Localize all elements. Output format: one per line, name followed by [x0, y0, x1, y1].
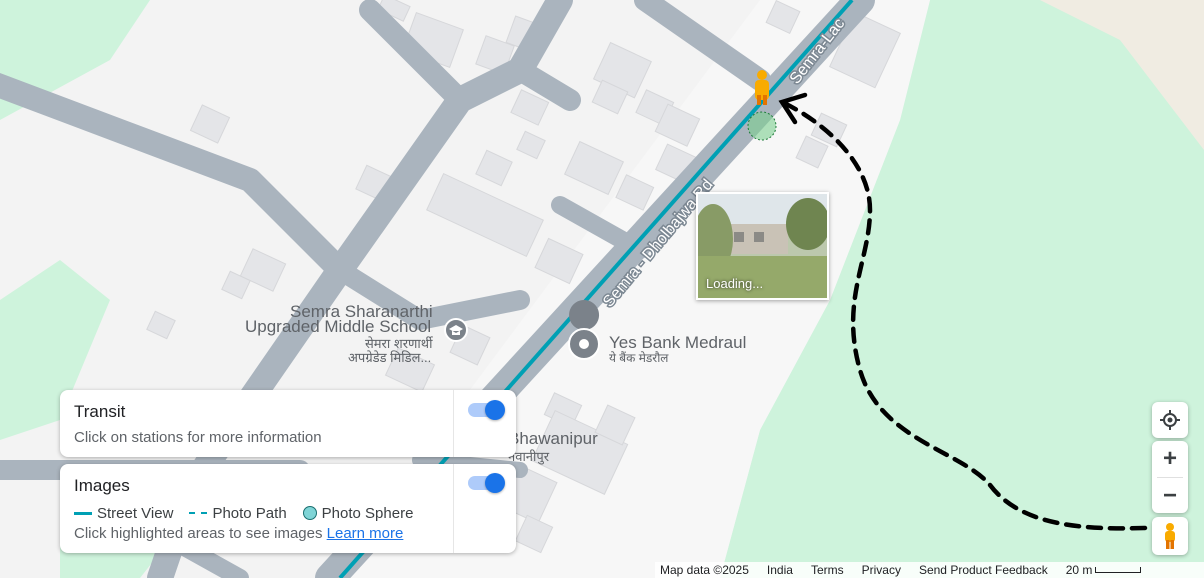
transit-card: Transit Click on stations for more infor… [60, 390, 516, 457]
legend-photo-path: Photo Path [212, 504, 287, 522]
photo-path-legend-dash-icon [189, 512, 208, 515]
pegman-button[interactable] [1152, 517, 1188, 555]
thumbnail-loading-label: Loading... [706, 276, 764, 291]
legend-photo-sphere: Photo Sphere [321, 504, 414, 522]
street-view-legend-line-icon [74, 511, 92, 515]
terms-link[interactable]: Terms [811, 563, 844, 577]
zoom-in-button[interactable]: + [1152, 441, 1188, 477]
images-title: Images [74, 476, 130, 495]
bank-pin-icon[interactable] [569, 300, 600, 330]
school-hindi-line1: सेमरा शरणार्थी [365, 336, 433, 351]
photo-sphere-legend-dot-icon [302, 506, 317, 521]
my-location-button[interactable] [1152, 402, 1188, 438]
privacy-link[interactable]: Privacy [862, 563, 901, 577]
pegman-target-circle [747, 111, 777, 141]
street-view-thumbnail[interactable]: Loading... [696, 192, 829, 300]
transit-title: Transit [74, 402, 126, 421]
scale-bar [1095, 567, 1142, 573]
village-name: Bhawanipur [508, 429, 598, 448]
transit-description: Click on stations for more information [74, 429, 322, 446]
legend-street-view: Street View [97, 504, 174, 522]
crosshair-icon [1160, 410, 1180, 430]
images-card: Images Street View Photo Path Photo Sphere… [60, 464, 516, 553]
zoom-control: + − [1152, 441, 1188, 513]
map-data-attribution: Map data ©2025 [660, 563, 749, 577]
images-toggle[interactable] [468, 473, 505, 493]
images-description: Click highlighted areas to see images [74, 525, 323, 542]
map-footer: Map data ©2025 India Terms Privacy Send … [655, 562, 1204, 578]
transit-toggle[interactable] [468, 400, 505, 420]
bank-name: Yes Bank Medraul [609, 333, 746, 352]
images-legend: Street View Photo Path Photo Sphere [74, 504, 413, 522]
pegman-on-map-icon[interactable] [755, 70, 769, 105]
bank-hindi: ये बैंक मेडरौल [609, 351, 669, 365]
images-toggle-area [453, 464, 516, 553]
school-name-line2: Upgraded Middle School [245, 317, 431, 336]
pegman-icon [1165, 523, 1175, 549]
learn-more-link[interactable]: Learn more [327, 525, 404, 542]
transit-toggle-area [453, 390, 516, 457]
images-description-row: Click highlighted areas to see images Le… [74, 525, 403, 542]
feedback-link[interactable]: Send Product Feedback [919, 563, 1048, 577]
scale-label[interactable]: 20 m [1066, 563, 1093, 577]
country-link[interactable]: India [767, 563, 793, 577]
zoom-out-button[interactable]: − [1152, 478, 1188, 513]
school-hindi-line2: अपग्रेडेड मिडिल... [348, 350, 431, 365]
